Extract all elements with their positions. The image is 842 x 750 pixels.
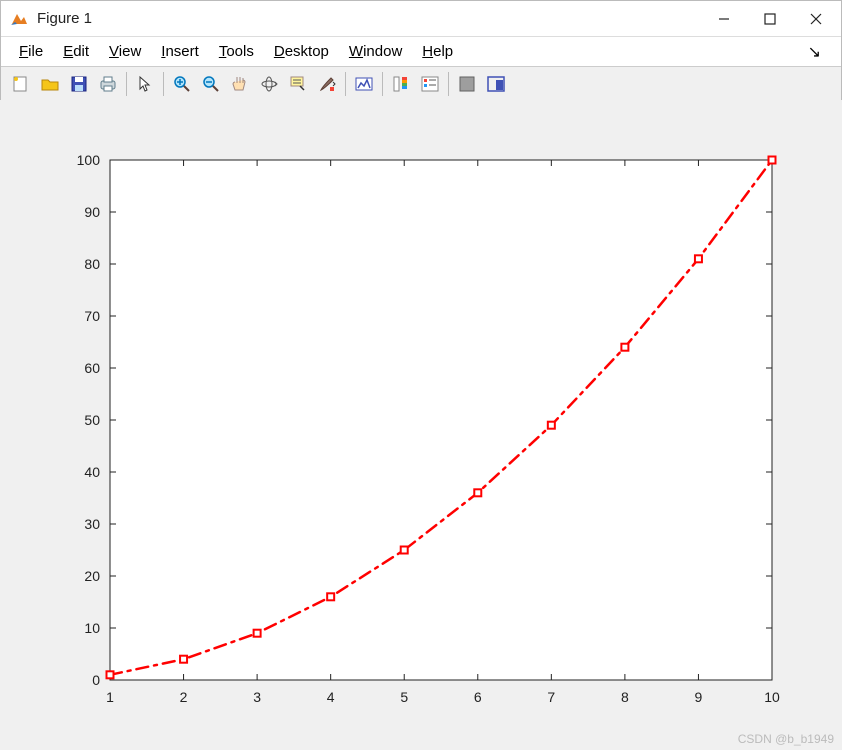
toolbar: [1, 67, 841, 101]
dock-icon[interactable]: [482, 70, 510, 98]
svg-text:5: 5: [400, 689, 408, 705]
tearoff-icon[interactable]: ↘: [808, 42, 833, 62]
svg-text:60: 60: [84, 360, 100, 376]
svg-text:6: 6: [474, 689, 482, 705]
matlab-logo-icon: [9, 9, 29, 29]
window-title: Figure 1: [37, 10, 701, 27]
plot-area: 123456789100102030405060708090100 CSDN @…: [0, 100, 842, 750]
zoom-in-icon[interactable]: [168, 70, 196, 98]
pan-icon[interactable]: [226, 70, 254, 98]
svg-text:10: 10: [764, 689, 780, 705]
chart-canvas: 123456789100102030405060708090100: [0, 100, 842, 750]
menu-window[interactable]: Window: [339, 41, 412, 62]
svg-text:50: 50: [84, 412, 100, 428]
rotate3d-icon[interactable]: [255, 70, 283, 98]
svg-text:3: 3: [253, 689, 261, 705]
close-button[interactable]: [793, 4, 839, 34]
data-cursor-icon[interactable]: [284, 70, 312, 98]
cursor-icon[interactable]: [131, 70, 159, 98]
open-icon[interactable]: [36, 70, 64, 98]
minimize-button[interactable]: [701, 4, 747, 34]
maximize-button[interactable]: [747, 4, 793, 34]
menu-file[interactable]: File: [9, 41, 53, 62]
new-figure-icon[interactable]: [7, 70, 35, 98]
svg-text:100: 100: [77, 152, 101, 168]
svg-text:40: 40: [84, 464, 100, 480]
legend-icon[interactable]: [416, 70, 444, 98]
brush-icon[interactable]: [313, 70, 341, 98]
svg-text:4: 4: [327, 689, 335, 705]
svg-text:20: 20: [84, 568, 100, 584]
titlebar: Figure 1: [1, 1, 841, 37]
hide-tools-icon[interactable]: [453, 70, 481, 98]
menu-help[interactable]: Help: [412, 41, 463, 62]
svg-text:8: 8: [621, 689, 629, 705]
watermark: CSDN @b_b1949: [738, 732, 834, 746]
save-icon[interactable]: [65, 70, 93, 98]
colorbar-icon[interactable]: [387, 70, 415, 98]
svg-text:1: 1: [106, 689, 114, 705]
svg-text:0: 0: [92, 672, 100, 688]
menu-view[interactable]: View: [99, 41, 151, 62]
svg-text:9: 9: [695, 689, 703, 705]
svg-text:70: 70: [84, 308, 100, 324]
zoom-out-icon[interactable]: [197, 70, 225, 98]
menu-tools[interactable]: Tools: [209, 41, 264, 62]
svg-text:80: 80: [84, 256, 100, 272]
menu-edit[interactable]: Edit: [53, 41, 99, 62]
svg-text:30: 30: [84, 516, 100, 532]
svg-text:2: 2: [180, 689, 188, 705]
link-plot-icon[interactable]: [350, 70, 378, 98]
menu-insert[interactable]: Insert: [151, 41, 209, 62]
print-icon[interactable]: [94, 70, 122, 98]
svg-text:90: 90: [84, 204, 100, 220]
menu-desktop[interactable]: Desktop: [264, 41, 339, 62]
svg-text:7: 7: [547, 689, 555, 705]
svg-text:10: 10: [84, 620, 100, 636]
menubar: FileEditViewInsertToolsDesktopWindowHelp…: [1, 37, 841, 67]
